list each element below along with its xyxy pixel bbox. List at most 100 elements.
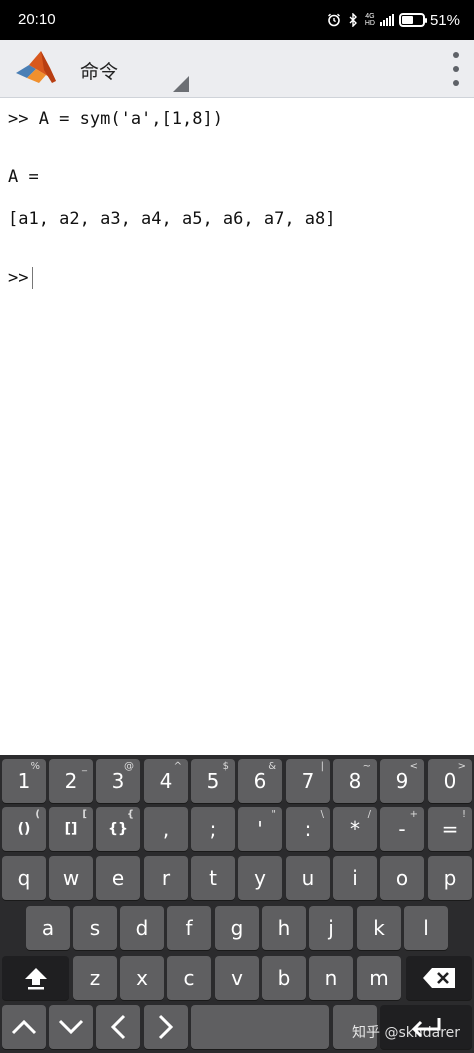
overflow-menu-icon[interactable] <box>450 52 462 86</box>
key-c[interactable]: c <box>167 956 211 1000</box>
key-h[interactable]: h <box>262 906 306 950</box>
key-label: 9 <box>395 769 409 793</box>
key-label: p <box>443 866 457 890</box>
key-label: i <box>352 866 358 890</box>
key-4[interactable]: 4 ^ <box>144 759 188 803</box>
chevron-left-icon <box>110 1014 126 1040</box>
signal-icon <box>379 14 394 26</box>
key-q[interactable]: q <box>2 856 46 900</box>
key-x[interactable]: x <box>120 956 164 1000</box>
key-2[interactable]: 2 _ <box>49 759 93 803</box>
arrow-down-key[interactable] <box>49 1005 93 1049</box>
key-label: q <box>17 866 31 890</box>
key-i[interactable]: i <box>333 856 377 900</box>
watermark: 知乎 @skndarer <box>352 1025 461 1041</box>
key-0[interactable]: 0 > <box>428 759 472 803</box>
key-sub-label: + <box>409 809 418 820</box>
backspace-icon <box>423 968 455 988</box>
key-v[interactable]: v <box>215 956 259 1000</box>
key-label: r <box>161 866 171 890</box>
key-label: y <box>254 866 266 890</box>
battery-icon <box>398 13 427 27</box>
key-label: 3 <box>111 769 125 793</box>
arrow-right-key[interactable] <box>144 1005 188 1049</box>
command-window[interactable]: >> A = sym('a',[1,8]) A = [a1, a2, a3, a… <box>0 99 474 755</box>
key-brackets[interactable]: [] [ <box>49 807 93 851</box>
key-e[interactable]: e <box>96 856 140 900</box>
key-label: 2 <box>64 769 78 793</box>
backspace-key[interactable] <box>406 956 472 1000</box>
key-9[interactable]: 9 < <box>380 759 424 803</box>
key-equals[interactable]: =! <box>428 807 472 851</box>
key-minus[interactable]: - + <box>380 807 424 851</box>
space-key[interactable] <box>191 1005 329 1049</box>
key-label: o <box>395 866 409 890</box>
shift-icon <box>24 968 47 990</box>
key-w[interactable]: w <box>49 856 93 900</box>
key-sub-label: $ <box>222 761 229 772</box>
key-label: z <box>89 966 101 990</box>
key-u[interactable]: u <box>286 856 330 900</box>
key-r[interactable]: r <box>144 856 188 900</box>
network-type-icon: 4G HD <box>365 13 375 27</box>
key-label: k <box>373 916 385 940</box>
key-f[interactable]: f <box>167 906 211 950</box>
matlab-logo-icon[interactable] <box>14 48 58 88</box>
key-8[interactable]: 8 ~ <box>333 759 377 803</box>
key-sub-label: " <box>271 809 276 820</box>
dropdown-triangle-icon[interactable] <box>173 76 189 92</box>
key-label: () <box>17 821 31 837</box>
key-n[interactable]: n <box>309 956 353 1000</box>
console-line-command: >> A = sym('a',[1,8]) <box>8 109 223 129</box>
key-t[interactable]: t <box>191 856 235 900</box>
key-y[interactable]: y <box>238 856 282 900</box>
key-sub-label: > <box>457 761 466 772</box>
arrow-left-key[interactable] <box>96 1005 140 1049</box>
key-label: 4 <box>159 769 173 793</box>
key-7[interactable]: 7 | <box>286 759 330 803</box>
key-label: * <box>350 817 360 841</box>
key-label: ' <box>257 817 263 841</box>
key-braces[interactable]: {}{ <box>96 807 140 851</box>
key-s[interactable]: s <box>73 906 117 950</box>
key-parentheses[interactable]: () ( <box>2 807 46 851</box>
key-sub-label: ~ <box>362 761 371 772</box>
page-title: 命令 <box>80 61 119 83</box>
key-z[interactable]: z <box>73 956 117 1000</box>
key-6[interactable]: 6 & <box>238 759 282 803</box>
key-sub-label: & <box>268 761 276 772</box>
key-d[interactable]: d <box>120 906 164 950</box>
key-asterisk[interactable]: * / <box>333 807 377 851</box>
key-semicolon[interactable]: ; <box>191 807 235 851</box>
key-label: - <box>398 817 406 841</box>
shift-key[interactable] <box>2 956 69 1000</box>
key-comma[interactable]: , <box>144 807 188 851</box>
key-label: j <box>328 916 334 940</box>
key-1[interactable]: 1% <box>2 759 46 803</box>
key-label: {} <box>108 821 128 837</box>
chevron-down-icon <box>58 1019 84 1035</box>
key-m[interactable]: m <box>357 956 401 1000</box>
key-a[interactable]: a <box>26 906 70 950</box>
status-time: 20:10 <box>18 11 56 28</box>
key-5[interactable]: 5 $ <box>191 759 235 803</box>
alarm-icon <box>327 13 341 27</box>
arrow-up-key[interactable] <box>2 1005 46 1049</box>
key-o[interactable]: o <box>380 856 424 900</box>
key-g[interactable]: g <box>215 906 259 950</box>
console-line-output-name: A = <box>8 167 39 187</box>
key-3[interactable]: 3 @ <box>96 759 140 803</box>
key-sub-label: _ <box>82 761 87 772</box>
key-label: d <box>135 916 149 940</box>
console-prompt[interactable]: >> <box>8 267 34 289</box>
key-j[interactable]: j <box>309 906 353 950</box>
key-k[interactable]: k <box>357 906 401 950</box>
key-p[interactable]: p <box>428 856 472 900</box>
network-tag-top: 4G <box>365 13 375 20</box>
key-b[interactable]: b <box>262 956 306 1000</box>
key-sub-label: | <box>320 761 324 772</box>
key-colon[interactable]: : \ <box>286 807 330 851</box>
key-label: w <box>62 866 80 890</box>
key-apostrophe[interactable]: ' " <box>238 807 282 851</box>
key-l[interactable]: l <box>404 906 448 950</box>
